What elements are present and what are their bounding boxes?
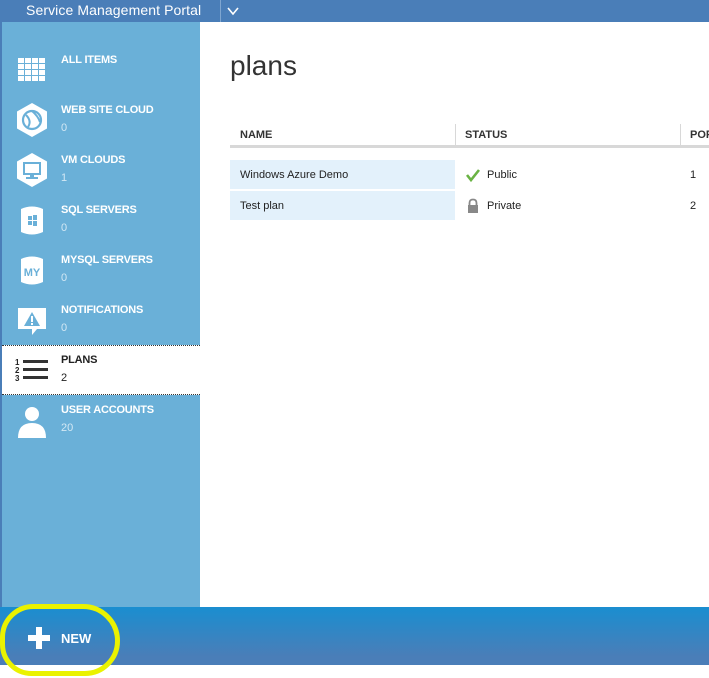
notification-icon [18,308,46,335]
table-row[interactable]: Windows Azure Demo Public 1 [230,160,709,190]
sidebar-item-label: MYSQL SERVERS [61,254,153,266]
lock-icon [468,198,478,213]
row-name-cell[interactable]: Test plan [230,191,455,220]
sidebar-item-plans[interactable]: 1 2 3 PLANS 2 [2,345,202,395]
sidebar-item-label: SQL SERVERS [61,204,137,216]
header-divider [220,0,221,22]
main-content: plans NAME STATUS POF Windows Azure Demo… [200,22,709,607]
plan-status: Private [487,200,522,212]
sidebar-item-label: ALL ITEMS [61,54,118,66]
sidebar-item-count: 0 [61,322,68,334]
plan-name: Windows Azure Demo [240,169,349,181]
plan-number: 1 [690,169,697,181]
sidebar-item-web-site-cloud[interactable]: WEB SITE CLOUD 0 [2,96,202,144]
sidebar-item-vm-clouds[interactable]: VM CLOUDS 1 [2,146,202,194]
plan-number: 2 [690,200,697,212]
plan-name: Test plan [240,200,285,212]
sidebar-item-count: 0 [61,122,68,134]
column-header-third[interactable]: POF [690,129,709,141]
page-title: plans [230,50,297,81]
sidebar: ALL ITEMS WEB SITE CLOUD 0 VM CLOUDS 1 S… [0,22,202,607]
table-header: NAME STATUS POF [230,124,709,148]
sidebar-item-count: 2 [61,372,68,384]
column-divider[interactable] [455,124,456,146]
plan-status: Public [487,169,517,181]
sidebar-item-label: USER ACCOUNTS [61,404,154,416]
column-header-status[interactable]: STATUS [465,129,507,141]
mysql-server-icon: MY [21,256,43,285]
row-name-cell[interactable]: Windows Azure Demo [230,160,455,189]
sidebar-item-count: 0 [61,272,68,284]
sidebar-item-count: 20 [61,422,74,434]
table-row[interactable]: Test plan Private 2 [230,191,709,221]
chevron-down-icon[interactable] [226,4,240,18]
grid-icon [18,58,45,81]
svg-text:3: 3 [15,374,20,383]
plans-list-icon: 1 2 3 [15,358,48,383]
vm-clouds-icon [17,153,47,187]
sidebar-item-label: NOTIFICATIONS [61,304,144,316]
sidebar-item-notifications[interactable]: NOTIFICATIONS 0 [2,296,202,344]
row-status-cell: Public [465,167,665,183]
sidebar-item-all-items[interactable]: ALL ITEMS [2,46,202,94]
annotation-highlight [0,604,120,676]
column-header-name[interactable]: NAME [240,129,272,141]
row-status-cell: Private [465,198,665,214]
top-header: Service Management Portal [0,0,709,22]
mysql-icon-text: MY [24,267,41,279]
portal-title[interactable]: Service Management Portal [26,2,201,19]
sidebar-item-label: PLANS [61,354,98,366]
sidebar-item-label: VM CLOUDS [61,154,126,166]
sidebar-item-label: WEB SITE CLOUD [61,104,154,116]
sidebar-item-mysql-servers[interactable]: MY MYSQL SERVERS 0 [2,246,202,294]
sidebar-item-user-accounts[interactable]: USER ACCOUNTS 20 [2,396,202,444]
sidebar-item-count: 1 [61,172,68,184]
column-divider[interactable] [680,124,681,146]
user-icon [18,407,46,438]
sidebar-item-count: 0 [61,222,68,234]
sidebar-item-sql-servers[interactable]: SQL SERVERS 0 [2,196,202,244]
sql-server-icon [21,206,43,235]
checkmark-icon [465,169,481,183]
web-site-cloud-icon [17,103,47,137]
